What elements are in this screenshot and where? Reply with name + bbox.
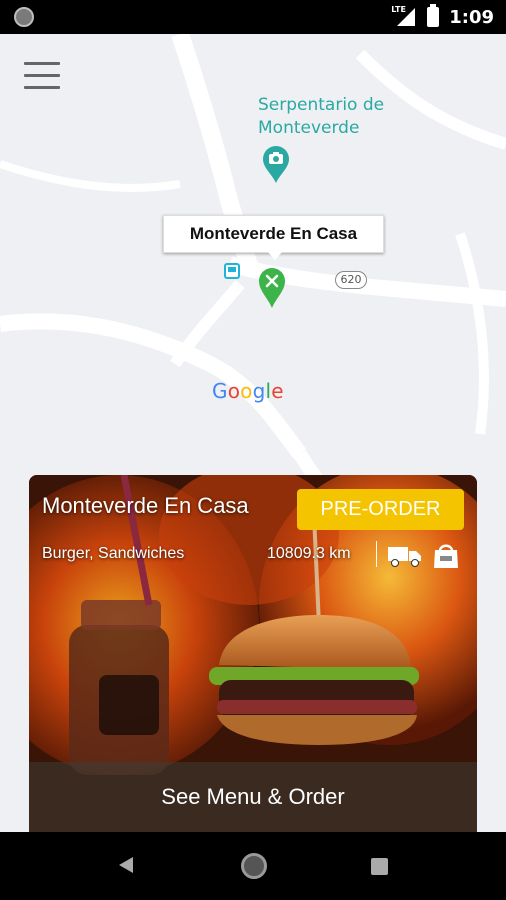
status-bar: LTE 1:09 <box>0 0 506 34</box>
clock: 1:09 <box>449 6 494 28</box>
restaurant-pin-icon[interactable] <box>258 267 286 314</box>
selected-place-name: Monteverde En Casa <box>189 224 358 243</box>
distance-label: 10809.3 km <box>267 545 351 562</box>
pre-order-button[interactable]: PRE-ORDER <box>297 489 464 530</box>
poi-name-line2: Monteverde <box>258 118 360 138</box>
map-view[interactable]: Serpentario de Monteverde Monteverde En … <box>0 34 506 832</box>
system-nav-bar <box>0 832 506 900</box>
divider <box>376 541 377 567</box>
back-icon[interactable] <box>118 856 134 879</box>
status-icons: LTE 1:09 <box>391 0 494 34</box>
restaurant-name: Monteverde En Casa <box>42 493 249 518</box>
restaurant-card[interactable]: Monteverde En Casa PRE-ORDER Burger, San… <box>29 475 477 832</box>
home-icon[interactable] <box>241 853 267 879</box>
notification-dot-icon <box>14 7 34 27</box>
cuisine-label: Burger, Sandwiches <box>42 545 185 562</box>
network-type-label: LTE <box>391 5 406 14</box>
takeaway-bag-icon <box>433 541 459 574</box>
delivery-truck-icon <box>388 545 422 572</box>
recents-icon[interactable] <box>371 858 388 875</box>
google-letter: o <box>227 379 241 403</box>
poi-label[interactable]: Serpentario de Monteverde <box>258 94 398 140</box>
route-number-shield: 620 <box>335 271 367 289</box>
hamburger-menu-icon[interactable] <box>24 62 60 90</box>
selected-place-tooltip[interactable]: Monteverde En Casa <box>163 215 384 260</box>
battery-icon <box>427 4 440 27</box>
google-letter: e <box>271 379 284 403</box>
bus-stop-icon[interactable] <box>224 263 240 279</box>
poi-name-line1: Serpentario de <box>258 95 385 115</box>
google-attribution-logo: Google <box>212 379 284 403</box>
google-letter: G <box>212 379 228 403</box>
camera-pin-icon[interactable] <box>262 146 290 189</box>
signal-icon: LTE <box>391 5 417 28</box>
google-letter: o <box>240 379 253 403</box>
see-menu-button[interactable]: See Menu & Order <box>29 762 477 832</box>
google-letter: g <box>252 379 266 403</box>
